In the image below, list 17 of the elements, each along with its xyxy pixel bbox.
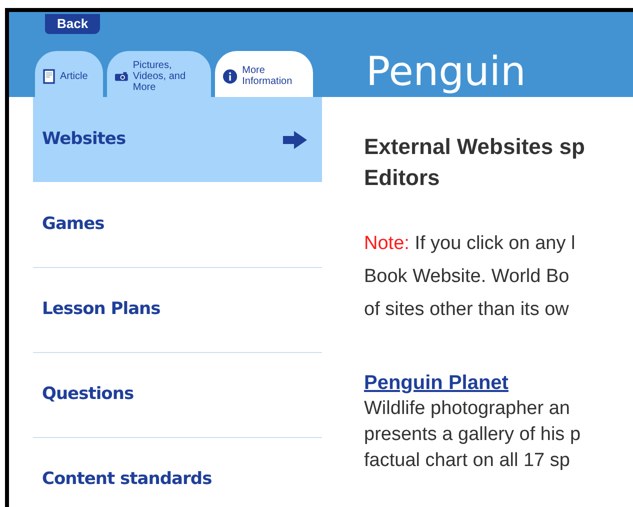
back-button[interactable]: Back [45,14,100,34]
document-icon [43,68,55,84]
tab[interactable]: Article [35,51,103,97]
sidebar-item[interactable]: Content standards [33,437,322,507]
sidebar-item[interactable]: Lesson Plans [33,267,322,352]
website-link[interactable]: Penguin Planet [364,370,508,396]
arrow-icon [282,130,308,150]
page-title: Penguin [366,52,526,92]
note-paragraph: Note: If you click on any l Book Website. World Bo of sites other than its ow [364,232,576,322]
section-heading: External Websites sp Editors [364,133,586,192]
sidebar-item[interactable]: Games [33,182,322,267]
sidebar-item[interactable]: Websites [33,97,322,182]
sidebar-item[interactable]: Questions [33,352,322,437]
tab[interactable]: More Information [215,51,313,97]
info-icon [223,68,238,84]
website-description: Wildlife photographer an presents a gallery of his p factual chart on all 17 sp [364,397,582,473]
tab[interactable]: Pictures, Videos, and More [107,51,211,97]
